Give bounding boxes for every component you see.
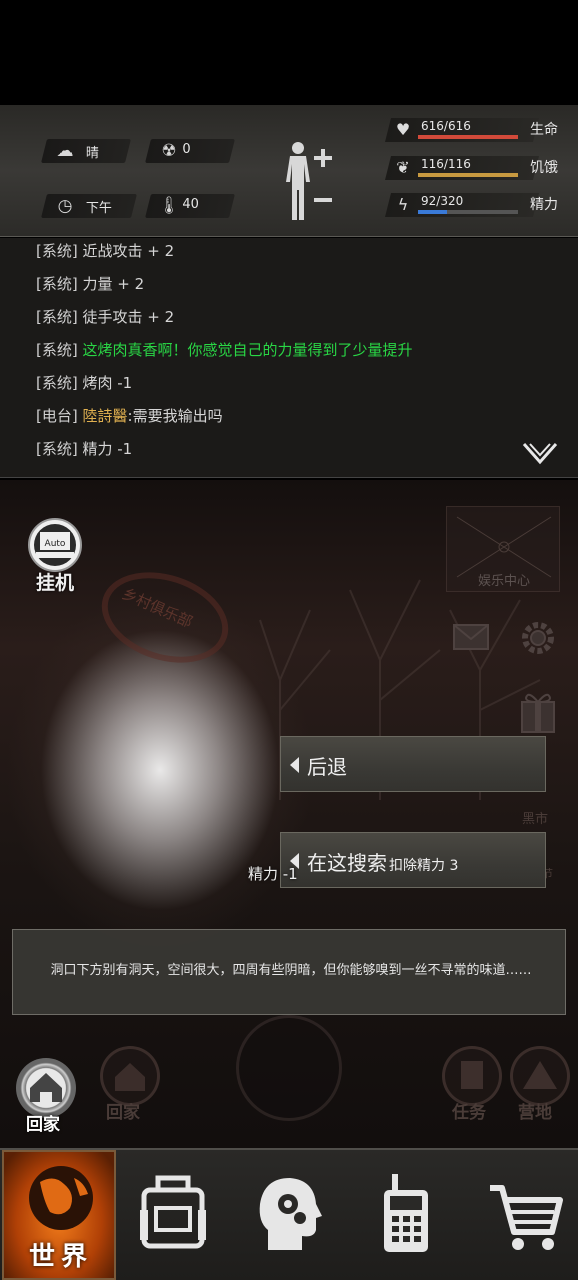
search-here-button[interactable]: 在这搜索 扣除精力 3 (280, 832, 546, 888)
minus-icon (314, 198, 332, 202)
clock-icon: ◷ (57, 196, 73, 216)
body-figure-icon (286, 142, 310, 220)
walkie-talkie-icon (384, 1174, 428, 1252)
auto-idle-label: 挂机 (35, 572, 74, 594)
left-arrow-icon (290, 757, 299, 773)
mail-icon[interactable] (452, 622, 490, 652)
auto-idle-button[interactable]: Auto 挂机 (26, 518, 84, 594)
globe-icon (29, 1166, 93, 1230)
narration-text: 洞口下方别有洞天，空间很大，四周有些阴暗，但你能够嗅到一丝不寻常的味道…… (50, 963, 532, 978)
message-log[interactable]: [系统] 近战攻击 + 2 [系统] 力量 + 2 [系统] 徒手攻击 + 2 … (0, 238, 578, 478)
radiation-icon: ☢ (161, 141, 177, 161)
nav-radio-tab[interactable] (344, 1150, 458, 1280)
retreat-label: 后退 (307, 755, 347, 779)
nav-backpack-tab[interactable] (116, 1150, 230, 1280)
log-line: [系统] 烤肉 -1 (36, 374, 133, 392)
camp-button[interactable] (510, 1046, 570, 1106)
search-cost-label: 扣除精力 3 (389, 858, 459, 874)
thermometer-icon: 🌡 (158, 196, 180, 216)
tent-icon (523, 1061, 557, 1089)
plus-icon (314, 149, 332, 167)
time-chip: ◷ 下午 (41, 194, 137, 218)
shopping-cart-icon (490, 1185, 563, 1250)
nav-skills-tab[interactable] (230, 1150, 344, 1280)
vital-row: ϟ 92/320 精力 (385, 193, 566, 217)
retreat-button[interactable]: 后退 (280, 736, 546, 792)
home-ghost-label: 回家 (106, 1103, 140, 1123)
vital-value: 92/320 (421, 194, 464, 208)
vital-label: 饥饿 (530, 160, 558, 176)
vital-label: 精力 (530, 197, 558, 213)
time-text: 下午 (85, 201, 112, 216)
vital-value: 116/116 (421, 157, 471, 171)
nav-world-label: 世界 (28, 1242, 93, 1272)
temperature-chip: 🌡 40 (145, 194, 235, 218)
nav-shop-tab[interactable] (460, 1150, 578, 1280)
task-label: 任务 (452, 1103, 486, 1123)
camp-label: 营地 (518, 1103, 552, 1123)
backpack-icon (140, 1175, 206, 1249)
radiation-value: 0 (182, 142, 191, 157)
vital-bar-fill (418, 135, 518, 139)
log-line: [电台] 陸詩醫:需要我输出吗 (36, 407, 223, 425)
go-home-button[interactable] (16, 1058, 76, 1118)
expand-log-chevron-icon[interactable] (522, 442, 558, 468)
vital-bar-fill (418, 173, 518, 177)
vital-value: 616/616 (421, 119, 471, 133)
home-ghost-button (100, 1046, 160, 1106)
gear-icon[interactable] (518, 618, 558, 658)
energy-icon: ϟ (397, 195, 409, 214)
nav-world-tab[interactable]: 世界 (2, 1150, 116, 1280)
task-button[interactable] (442, 1046, 502, 1106)
vital-label: 生命 (530, 122, 558, 138)
head-gears-icon (259, 1178, 322, 1250)
black-market-label[interactable]: 黑市 (522, 808, 548, 827)
top-blank-area (0, 0, 578, 105)
vital-bar (418, 173, 518, 177)
cloud-sun-icon: ☁ (56, 141, 74, 161)
weather-text: 晴 (85, 146, 99, 161)
gift-icon[interactable] (518, 688, 558, 734)
log-line: [系统] 近战攻击 + 2 (36, 242, 175, 260)
log-line: [系统] 这烤肉真香啊！你感觉自己的力量得到了少量提升 (36, 341, 413, 359)
radiation-chip: ☢ 0 (145, 139, 235, 163)
heart-icon: ♥ (395, 120, 411, 139)
vital-bar (418, 135, 518, 139)
svg-text:Auto: Auto (45, 539, 66, 549)
house-ghost-icon (115, 1063, 145, 1091)
vital-row: ♥ 616/616 生命 (385, 118, 566, 142)
narration-box: 洞口下方别有洞天，空间很大，四周有些阴暗，但你能够嗅到一丝不寻常的味道…… (12, 929, 566, 1015)
task-scroll-icon (461, 1061, 483, 1089)
auto-laptop-icon: Auto (28, 518, 82, 572)
weather-chip: ☁ 晴 (41, 139, 131, 163)
entertainment-center-button[interactable]: 娱乐中心 (446, 506, 560, 592)
vital-bar-fill (418, 210, 447, 214)
log-line: [系统] 精力 -1 (36, 440, 133, 458)
energy-change-popup: 精力 -1 (248, 865, 298, 883)
stomach-icon: ❦ (396, 158, 410, 177)
vital-bar (418, 210, 518, 214)
entertainment-center-label: 娱乐中心 (477, 574, 530, 589)
log-line: [系统] 徒手攻击 + 2 (36, 308, 175, 326)
go-home-label: 回家 (26, 1115, 60, 1135)
house-icon (30, 1073, 62, 1102)
temperature-value: 40 (182, 197, 199, 212)
vital-row: ❦ 116/116 饥饿 (385, 156, 566, 180)
body-status-button[interactable] (278, 138, 338, 222)
portal-ring (236, 1015, 342, 1121)
search-here-label: 在这搜索 (307, 851, 387, 875)
log-line: [系统] 力量 + 2 (36, 275, 145, 293)
